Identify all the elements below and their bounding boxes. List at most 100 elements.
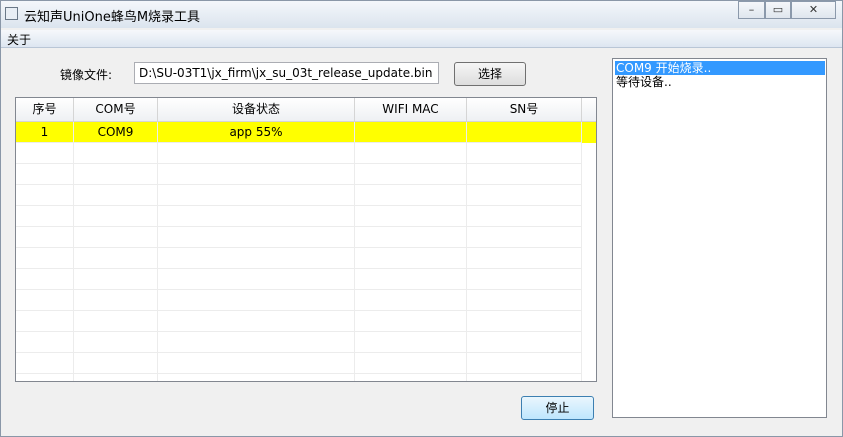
table-cell-empty (467, 353, 582, 374)
table-cell-empty (74, 206, 158, 227)
table-cell-empty (16, 311, 74, 332)
table-row-empty[interactable] (16, 227, 596, 248)
table-row-empty[interactable] (16, 374, 596, 381)
table-row-empty[interactable] (16, 143, 596, 164)
title-bar[interactable]: 云知声UniOne蜂鸟M烧录工具 – ▭ ✕ (1, 1, 842, 28)
close-button[interactable]: ✕ (791, 1, 836, 19)
table-cell-empty (355, 227, 467, 248)
table-cell-empty (467, 143, 582, 164)
cell-wifi-mac (355, 122, 467, 143)
table-cell-empty (74, 248, 158, 269)
stop-button[interactable]: 停止 (521, 396, 594, 420)
table-cell-empty (467, 227, 582, 248)
cell-sn (467, 122, 582, 143)
table-cell-empty (74, 269, 158, 290)
table-cell-empty (16, 269, 74, 290)
table-cell-empty (74, 290, 158, 311)
table-cell-empty (355, 290, 467, 311)
table-cell-empty (355, 269, 467, 290)
table-cell-empty (74, 164, 158, 185)
table-cell-empty (158, 143, 355, 164)
cell-status: app 55% (158, 122, 355, 143)
header-status[interactable]: 设备状态 (158, 98, 355, 121)
table-cell-empty (467, 311, 582, 332)
table-cell-empty (355, 143, 467, 164)
table-cell-empty (355, 248, 467, 269)
table-cell-empty (355, 206, 467, 227)
log-list[interactable]: COM9 开始烧录.. 等待设备.. (612, 58, 827, 418)
table-cell-empty (158, 332, 355, 353)
window-title: 云知声UniOne蜂鸟M烧录工具 (24, 10, 201, 25)
table-cell-empty (158, 290, 355, 311)
minimize-button[interactable]: – (738, 1, 765, 19)
table-row-empty[interactable] (16, 269, 596, 290)
table-cell-empty (74, 332, 158, 353)
table-cell-empty (467, 269, 582, 290)
table-row[interactable]: 1 COM9 app 55% (16, 122, 596, 143)
table-cell-empty (16, 353, 74, 374)
table-cell-empty (16, 206, 74, 227)
header-sn[interactable]: SN号 (467, 98, 582, 121)
table-cell-empty (355, 332, 467, 353)
table-cell-empty (16, 290, 74, 311)
log-line[interactable]: COM9 开始烧录.. (615, 61, 825, 75)
table-cell-empty (16, 332, 74, 353)
table-cell-empty (467, 185, 582, 206)
table-cell-empty (158, 185, 355, 206)
table-cell-empty (355, 353, 467, 374)
table-cell-empty (74, 143, 158, 164)
cell-index: 1 (16, 122, 74, 143)
table-cell-empty (158, 227, 355, 248)
menu-about[interactable]: 关于 (7, 31, 31, 48)
table-cell-empty (355, 311, 467, 332)
header-com[interactable]: COM号 (74, 98, 158, 121)
table-cell-empty (467, 332, 582, 353)
table-cell-empty (467, 374, 582, 381)
table-cell-empty (74, 185, 158, 206)
header-index[interactable]: 序号 (16, 98, 74, 121)
header-wifi-mac[interactable]: WIFI MAC (355, 98, 467, 121)
table-row-empty[interactable] (16, 353, 596, 374)
table-cell-empty (74, 311, 158, 332)
table-row-empty[interactable] (16, 290, 596, 311)
table-row-empty[interactable] (16, 332, 596, 353)
table-cell-empty (467, 164, 582, 185)
table-cell-empty (355, 185, 467, 206)
table-cell-empty (158, 269, 355, 290)
image-file-path-input[interactable] (134, 62, 439, 84)
table-cell-empty (74, 227, 158, 248)
table-cell-empty (467, 206, 582, 227)
cell-com: COM9 (74, 122, 158, 143)
table-row-empty[interactable] (16, 248, 596, 269)
log-line[interactable]: 等待设备.. (615, 75, 825, 89)
device-table: 序号 COM号 设备状态 WIFI MAC SN号 1 COM9 app 55% (15, 97, 597, 382)
app-icon (5, 7, 18, 20)
select-file-button[interactable]: 选择 (454, 62, 526, 86)
table-cell-empty (158, 311, 355, 332)
table-cell-empty (467, 248, 582, 269)
table-cell-empty (16, 185, 74, 206)
table-cell-empty (74, 353, 158, 374)
menu-bar: 关于 (1, 30, 842, 48)
table-cell-empty (467, 290, 582, 311)
table-cell-empty (158, 206, 355, 227)
maximize-button[interactable]: ▭ (765, 1, 791, 19)
table-row-empty[interactable] (16, 206, 596, 227)
table-cell-empty (16, 227, 74, 248)
table-cell-empty (158, 164, 355, 185)
table-cell-empty (158, 248, 355, 269)
table-row-empty[interactable] (16, 185, 596, 206)
table-header: 序号 COM号 设备状态 WIFI MAC SN号 (16, 98, 596, 122)
table-cell-empty (355, 164, 467, 185)
table-cell-empty (74, 374, 158, 381)
table-cell-empty (16, 374, 74, 381)
image-file-label: 镜像文件: (60, 68, 113, 82)
table-cell-empty (158, 353, 355, 374)
table-cell-empty (158, 374, 355, 381)
table-row-empty[interactable] (16, 164, 596, 185)
main-window: 云知声UniOne蜂鸟M烧录工具 – ▭ ✕ 关于 镜像文件: 选择 序号 CO… (0, 0, 843, 437)
table-cell-empty (16, 164, 74, 185)
table-cell-empty (16, 143, 74, 164)
table-row-empty[interactable] (16, 311, 596, 332)
table-cell-empty (355, 374, 467, 381)
